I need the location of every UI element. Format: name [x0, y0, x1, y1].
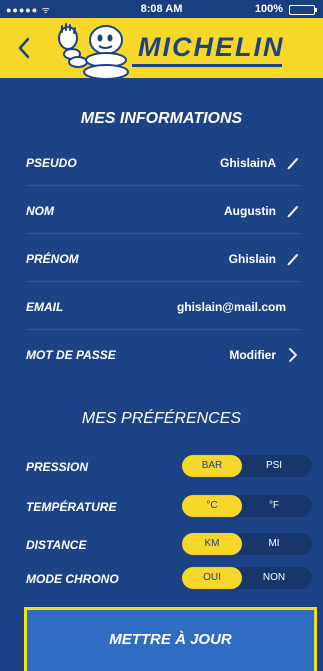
pref-row-distance: DISTANCE KM MI: [26, 533, 316, 557]
info-value: Modifier: [229, 348, 276, 362]
info-value: GhislainA: [219, 156, 276, 170]
chevron-right-icon[interactable]: [286, 346, 300, 364]
pencil-icon[interactable]: [286, 203, 300, 219]
pref-label: PRESSION: [26, 460, 89, 474]
info-label: MOT DE PASSE: [26, 348, 116, 362]
temperature-toggle[interactable]: °C °F: [182, 495, 312, 517]
brand-underline: [132, 64, 282, 67]
battery-percent: 100%: [254, 3, 283, 15]
toggle-option-celsius[interactable]: °C: [182, 495, 242, 517]
toggle-option-km[interactable]: KM: [182, 533, 242, 555]
battery-icon: [289, 5, 317, 15]
toggle-option-psi[interactable]: PSI: [244, 455, 304, 477]
info-row-nom[interactable]: NOM Augustin: [26, 190, 300, 234]
info-label: NOM: [26, 204, 54, 218]
bibendum-logo: [58, 23, 129, 78]
pref-label: TEMPÉRATURE: [26, 500, 117, 514]
toggle-option-non[interactable]: NON: [244, 567, 304, 589]
pref-label: DISTANCE: [26, 538, 87, 552]
pref-row-pression: PRESSION BAR PSI: [26, 455, 316, 479]
pression-toggle[interactable]: BAR PSI: [182, 455, 312, 477]
pencil-icon[interactable]: [286, 251, 300, 267]
status-bar: ●●●●● ᯤ 8:08 AM 100%: [0, 0, 323, 18]
toggle-option-bar[interactable]: BAR: [182, 455, 242, 477]
info-value: Augustin: [224, 204, 276, 218]
prefs-section-title: MES PRÉFÉRENCES: [81, 410, 242, 427]
pencil-icon[interactable]: [286, 155, 300, 171]
chevron-left-icon: [18, 37, 30, 59]
pref-row-temperature: TEMPÉRATURE °C °F: [26, 495, 316, 519]
toggle-option-fahrenheit[interactable]: °F: [244, 495, 304, 517]
update-button-frame: METTRE À JOUR: [24, 607, 317, 671]
pref-label: MODE CHRONO: [26, 572, 119, 586]
info-row-prenom[interactable]: PRÉNOM Ghislain: [26, 238, 300, 282]
back-button[interactable]: [12, 34, 36, 62]
info-section-title: MES INFORMATIONS: [80, 110, 243, 127]
info-row-pseudo[interactable]: PSEUDO GhislainA: [26, 142, 300, 186]
info-value: ghislain@mail.com: [176, 300, 286, 314]
app-header: MICHELIN: [0, 18, 323, 78]
mode-chrono-toggle[interactable]: OUI NON: [182, 567, 312, 589]
pref-row-mode-chrono: MODE CHRONO OUI NON: [26, 567, 316, 591]
info-value: Ghislain: [228, 252, 276, 266]
info-label: PRÉNOM: [26, 252, 79, 266]
toggle-option-mi[interactable]: MI: [244, 533, 304, 555]
distance-toggle[interactable]: KM MI: [182, 533, 312, 555]
info-label: PSEUDO: [26, 156, 77, 170]
info-row-email: EMAIL ghislain@mail.com: [26, 286, 300, 330]
brand-name: MICHELIN: [138, 32, 285, 62]
update-button[interactable]: METTRE À JOUR: [27, 610, 314, 671]
toggle-option-oui[interactable]: OUI: [182, 567, 242, 589]
info-row-password[interactable]: MOT DE PASSE Modifier: [26, 334, 300, 378]
info-label: EMAIL: [26, 300, 64, 314]
